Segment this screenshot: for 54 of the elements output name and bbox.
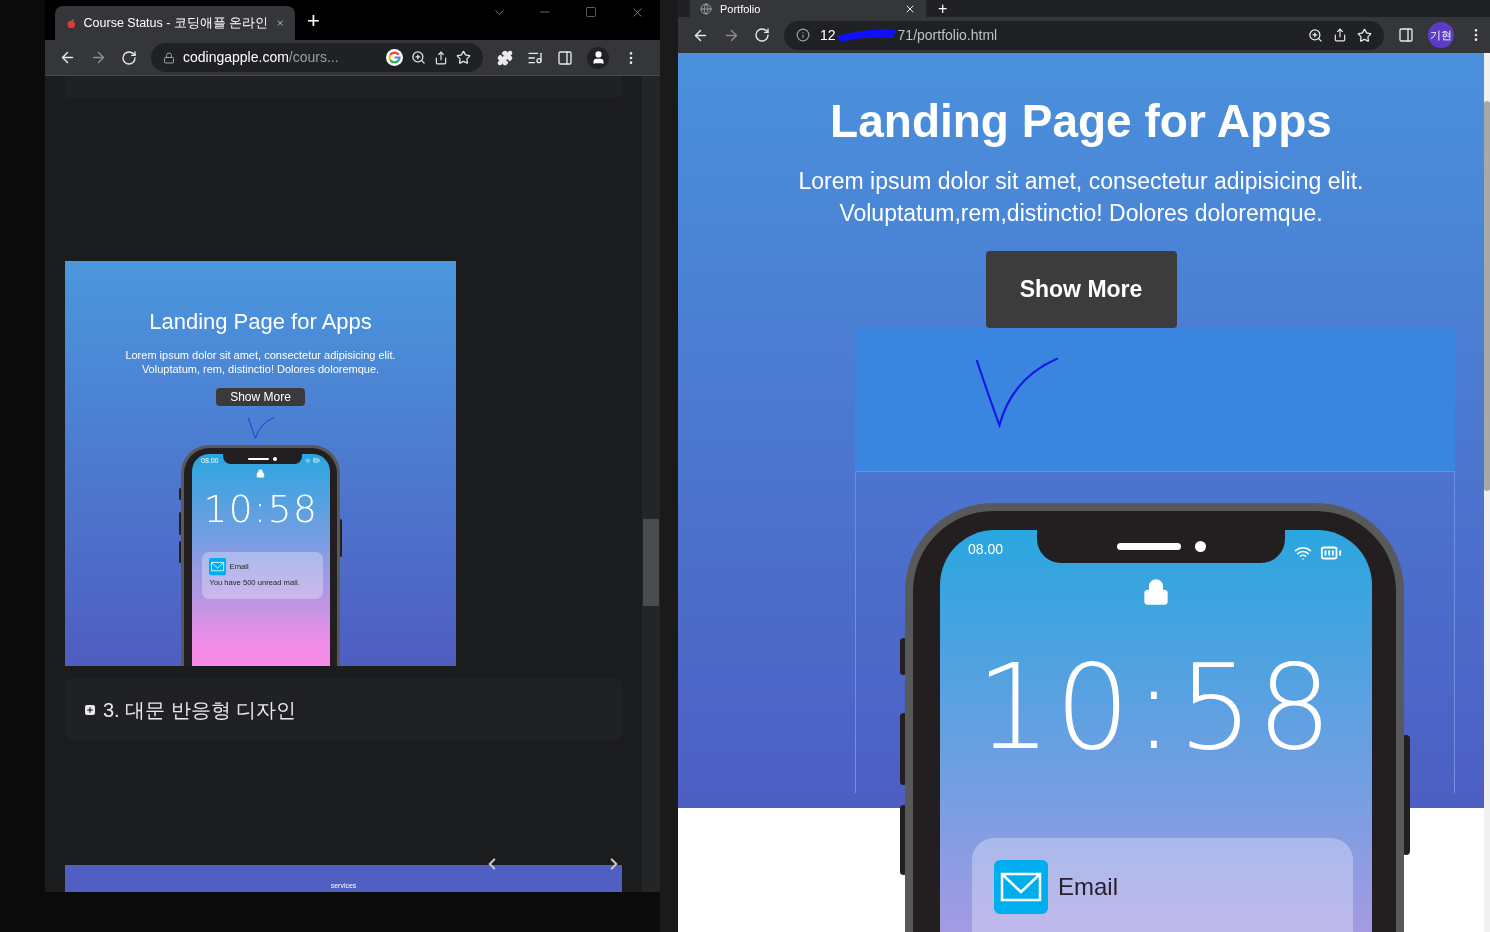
mail-icon [994,860,1048,914]
app-name: Email [1058,875,1118,899]
wifi-icon [1294,544,1312,562]
reload-icon[interactable] [754,27,770,43]
show-more-button[interactable]: Show More [216,388,305,406]
address-bar[interactable]: codingapple.com/cours... [151,43,483,72]
star-icon[interactable] [1357,27,1372,43]
globe-icon [700,2,712,15]
preview-title: Landing Page for Apps [149,309,372,335]
star-icon[interactable] [456,50,471,65]
side-panel-icon[interactable] [1398,27,1414,43]
browser-tab[interactable]: Portfolio [690,0,926,17]
accordion-title: 3. 대문 반응형 디자인 [103,697,297,723]
extensions-icon[interactable] [497,49,513,66]
lock-icon [256,468,266,478]
lock-icon [1142,578,1170,606]
share-icon[interactable] [434,50,448,65]
forward-icon[interactable] [90,49,107,66]
clock-time: 10:58 [203,491,319,529]
preview-text: Voluptatum, rem, distinctio! Dolores doloremque. [141,362,380,376]
side-panel-icon[interactable] [557,49,573,66]
url-text: 12 71/portfolio.html [820,25,999,45]
scrollbar[interactable] [1484,53,1490,932]
preview-text: Lorem ipsum dolor sit amet, consectetur adipisicing elit. [125,348,396,362]
battery-icon [313,457,320,465]
zoom-icon[interactable] [411,50,426,65]
share-icon[interactable] [1333,28,1347,42]
status-time: 08.00 [968,542,1004,556]
maximize-icon[interactable] [585,6,597,18]
scrollbar[interactable] [642,76,660,892]
back-icon[interactable] [59,49,76,66]
tab-title: Portfolio [720,2,762,15]
clock-time: 10:58 [975,648,1337,766]
zoom-icon[interactable] [1308,27,1323,43]
browser-tab[interactable]: Course Status - 코딩애플 온라인 [55,6,295,40]
reload-icon[interactable] [121,49,137,66]
tab-title: Course Status - 코딩애플 온라인 [83,14,269,32]
show-more-button[interactable]: Show More [985,251,1177,328]
hero-text: Lorem ipsum dolor sit amet, consectetur adipisicing elit. [798,167,1364,196]
lock-icon [163,51,175,64]
redaction-scribble [835,28,898,42]
hero-text: Voluptatum,rem,distinctio! Dolores doloremque. [839,199,1323,228]
profile-avatar[interactable]: 기현 [1428,22,1454,48]
profile-avatar[interactable] [587,46,609,69]
new-tab-button[interactable]: + [938,0,948,17]
accordion-item[interactable]: 3. 대문 반응형 디자인 [65,679,622,740]
g-logo-icon[interactable] [386,49,403,66]
hero-title: Landing Page for Apps [830,94,1332,149]
address-bar[interactable]: 12 71/portfolio.html [784,20,1384,50]
url-text: codingapple.com/cours... [183,48,340,67]
wifi-icon [304,458,311,464]
info-icon [796,28,810,42]
new-tab-button[interactable]: + [307,10,320,32]
mail-icon [209,558,227,576]
